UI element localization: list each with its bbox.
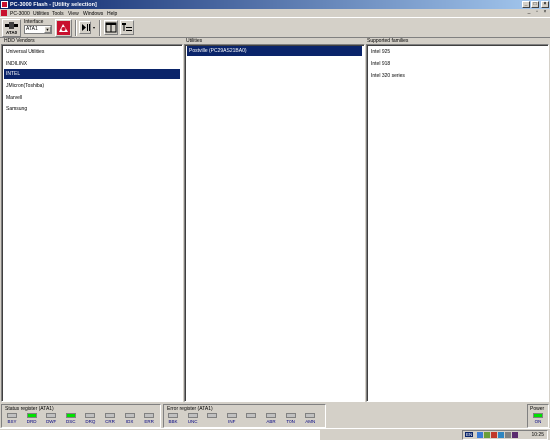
taskbar: EN 10:25 (0, 428, 550, 440)
error-led (305, 413, 316, 418)
list-item-marvell[interactable]: Marvell (4, 93, 180, 103)
status-led-label: DRD (26, 419, 37, 424)
status-bar: Status register (ATA1) BSY DRD DWF DSC DRQ CR… (0, 404, 550, 428)
status-led-label: DWF (46, 419, 57, 424)
menu-bar: PC-3000 Utilities Tools View Windows Hel… (0, 9, 550, 17)
status-led-label: BSY (7, 419, 17, 424)
error-register-title: Error register (ATA1) (167, 406, 213, 412)
status-register-title: Status register (ATA1) (5, 406, 54, 412)
status-led-label: CRR (105, 419, 115, 424)
menu-utilities[interactable]: Utilities (33, 11, 49, 17)
power-label: ON (534, 419, 542, 424)
language-indicator[interactable]: EN (465, 432, 474, 437)
error-led (285, 413, 296, 418)
system-tray: EN 10:25 (462, 430, 548, 440)
chevron-down-icon[interactable]: ▼ (44, 26, 51, 33)
list-item-samsung[interactable]: Samsung (4, 104, 180, 114)
error-led (226, 413, 237, 418)
list-item-intel[interactable]: INTEL (4, 69, 180, 79)
menu-tools[interactable]: Tools (52, 11, 64, 17)
status-led (85, 413, 96, 418)
tree-view-icon (122, 23, 132, 31)
window-title: PC-3000 Flash - [Utility selection] (10, 1, 97, 8)
list-item-intel-918: Intel 918 (371, 61, 391, 67)
play-pause-icon (82, 24, 90, 31)
status-led (65, 413, 76, 418)
pc3000-logo-icon (57, 21, 70, 35)
power-title: Power (530, 406, 545, 412)
run-button[interactable] (79, 21, 91, 34)
error-led-label: INF (228, 419, 236, 424)
run-dropdown-icon[interactable]: ▾ (93, 25, 95, 30)
menu-view[interactable]: View (68, 11, 79, 17)
title-bar: PC-3000 Flash - [Utility selection] _ □ … (0, 0, 550, 9)
status-led (46, 413, 57, 418)
layout-grid-button[interactable] (104, 20, 118, 35)
error-led (266, 413, 276, 418)
menu-pc3000[interactable]: PC-3000 (10, 11, 30, 17)
list-item-universal-utilities[interactable]: Universal Utilities (4, 47, 180, 57)
status-led-label: DSC (66, 419, 76, 424)
speaker-icon[interactable] (505, 432, 511, 438)
mdi-restore-button[interactable]: ▫ (534, 10, 540, 16)
power-led (533, 413, 543, 418)
toolbar-separator (75, 20, 77, 36)
minimize-button[interactable]: _ (522, 1, 530, 8)
task-area (0, 430, 320, 440)
list-item-intel-320: Intel 320 series (371, 73, 405, 79)
status-led (105, 413, 115, 418)
menu-help[interactable]: Help (107, 11, 117, 17)
mdi-minimize-button[interactable]: _ (526, 10, 532, 16)
power-group: Power ON (527, 404, 549, 428)
port-icon (5, 22, 18, 29)
error-led (187, 413, 198, 418)
interface-value: ATA1 (26, 26, 38, 32)
error-led (207, 413, 218, 418)
window-grid-icon (105, 22, 117, 33)
status-led (124, 413, 135, 418)
status-led (7, 413, 17, 418)
monitor-icon[interactable] (498, 432, 504, 438)
app-icon[interactable] (1, 1, 8, 8)
error-led-label: BBK (168, 419, 178, 424)
layout-tree-button[interactable] (120, 20, 134, 35)
error-led (168, 413, 178, 418)
ata-label: ATA0 (6, 30, 18, 35)
toolbar-separator (99, 20, 101, 36)
status-led-label: IDX (125, 419, 134, 424)
network-icon[interactable] (477, 432, 483, 438)
status-led-label: ERR (144, 419, 154, 424)
error-led-label: AMN (305, 419, 316, 424)
vendors-list: Universal Utilities INDILINX INTEL JMicr… (1, 44, 183, 402)
menu-windows[interactable]: Windows (83, 11, 103, 17)
families-list: Intel 925 Intel 918 Intel 320 series (366, 44, 549, 402)
document-icon[interactable] (1, 10, 7, 16)
list-item-postville[interactable]: Postville (PC29AS21BA0) (187, 46, 362, 56)
shield-icon[interactable] (484, 432, 490, 438)
list-item-jmicron[interactable]: JMicron(Toshiba) (4, 81, 180, 91)
interface-select[interactable]: ATA1 ▼ (24, 25, 52, 34)
ata-port-button[interactable]: ATA0 (2, 19, 21, 37)
antivirus-icon[interactable] (491, 432, 497, 438)
device-icon[interactable] (512, 432, 518, 438)
utility-selection-button[interactable] (55, 19, 72, 37)
error-led (246, 413, 257, 418)
mdi-close-button[interactable]: × (542, 10, 548, 16)
clock: 10:25 (531, 432, 544, 438)
status-led (26, 413, 37, 418)
error-led-label: ABR (266, 419, 276, 424)
list-item-indilinx[interactable]: INDILINX (4, 59, 180, 69)
toolbar: ATA0 Interface ATA1 ▼ ▾ (0, 17, 550, 38)
error-register-group: Error register (ATA1) BBK UNC INF ABR T0N AMN (163, 404, 326, 428)
error-led-label: UNC (187, 419, 198, 424)
close-button[interactable]: × (541, 1, 549, 8)
status-register-group: Status register (ATA1) BSY DRD DWF DSC DRQ CR… (1, 404, 161, 428)
list-item-intel-925: Intel 925 (371, 49, 391, 55)
status-led (144, 413, 155, 418)
status-led-label: DRQ (85, 419, 96, 424)
maximize-button[interactable]: □ (531, 1, 539, 8)
error-led-label: T0N (286, 419, 295, 424)
utilities-list: Postville (PC29AS21BA0) (184, 44, 365, 402)
